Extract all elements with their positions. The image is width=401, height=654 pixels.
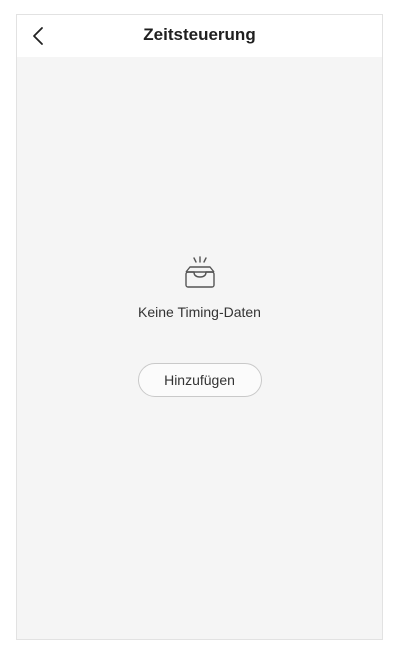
- navigation-bar: Zeitsteuerung: [17, 15, 382, 57]
- empty-inbox-icon: [184, 256, 215, 288]
- app-screen: Zeitsteuerung Keine Timing-Daten Hinzufü…: [16, 14, 383, 640]
- page-title: Zeitsteuerung: [143, 25, 256, 44]
- empty-message: Keine Timing-Daten: [138, 304, 261, 320]
- add-button[interactable]: Hinzufügen: [137, 363, 262, 397]
- empty-state: Keine Timing-Daten Hinzufügen: [17, 250, 382, 397]
